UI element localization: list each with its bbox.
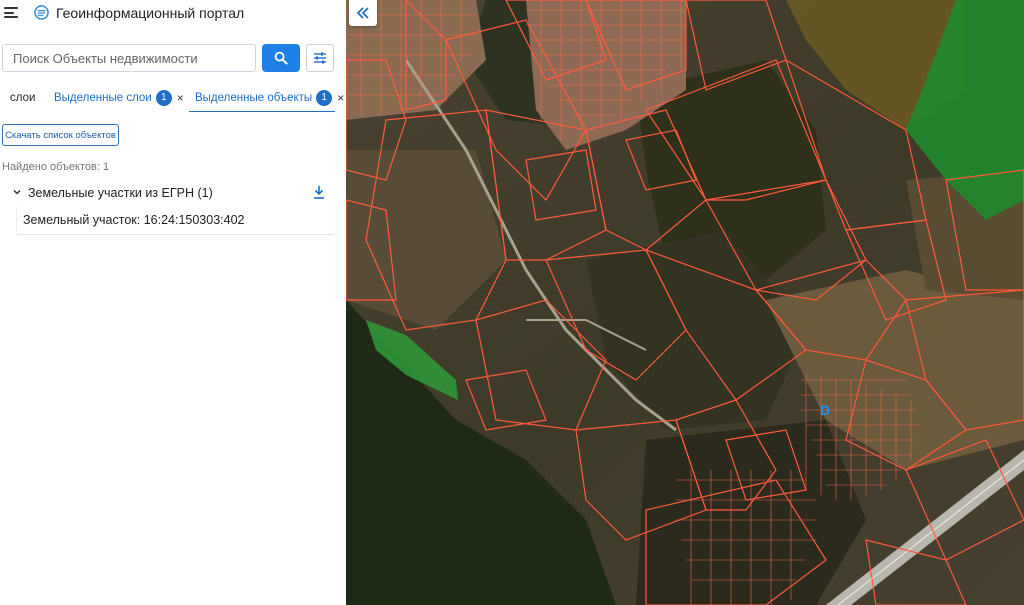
tab-layers[interactable]: слои [10, 86, 35, 112]
satellite-map[interactable]: D [346, 0, 1024, 605]
portal-logo-icon [34, 5, 49, 20]
chevron-down-icon[interactable] [12, 187, 22, 197]
search-icon [274, 51, 288, 65]
close-icon[interactable]: × [337, 86, 344, 110]
count-badge: 1 [316, 90, 333, 106]
download-icon[interactable] [312, 185, 326, 200]
result-item-label: Земельный участок: 16:24:150303:402 [23, 213, 245, 227]
close-icon[interactable]: × [177, 86, 184, 110]
tab-label: Выделенные слои [54, 92, 152, 105]
result-group-header[interactable]: Земельные участки из ЕГРН (1) [0, 184, 336, 204]
tab-selected-objects[interactable]: Выделенные объекты 1 × [189, 86, 344, 112]
search-button[interactable] [262, 44, 300, 72]
list-item[interactable]: Земельный участок: 16:24:150303:402 [16, 207, 334, 235]
found-count: Найдено объектов: 1 [2, 161, 110, 173]
download-list-button[interactable]: Скачать список объектов [2, 124, 119, 146]
tab-label: слои [10, 92, 36, 104]
panel-header: Геоинформационный портал [0, 0, 346, 28]
app-title: Геоинформационный портал [56, 5, 245, 21]
collapse-panel-button[interactable] [349, 0, 377, 26]
count-badge: 1 [155, 90, 172, 106]
selected-parcel-marker[interactable]: D [820, 402, 830, 418]
tab-label: Выделенные объекты [195, 92, 313, 105]
sliders-icon [314, 52, 326, 64]
tab-selected-layers[interactable]: Выделенные слои 1 × [54, 86, 184, 112]
hamburger-icon[interactable] [4, 7, 18, 18]
result-group-title: Земельные участки из ЕГРН (1) [28, 186, 213, 200]
search-input[interactable] [2, 44, 256, 72]
filter-button[interactable] [306, 44, 334, 72]
map-view[interactable]: D [346, 0, 1024, 605]
panel-tabs: слои Выделенные слои 1 × Выделенные объект… [0, 86, 346, 112]
side-panel: Геоинформационный портал слои Выделенные… [0, 0, 346, 605]
double-chevron-left-icon [356, 7, 369, 19]
